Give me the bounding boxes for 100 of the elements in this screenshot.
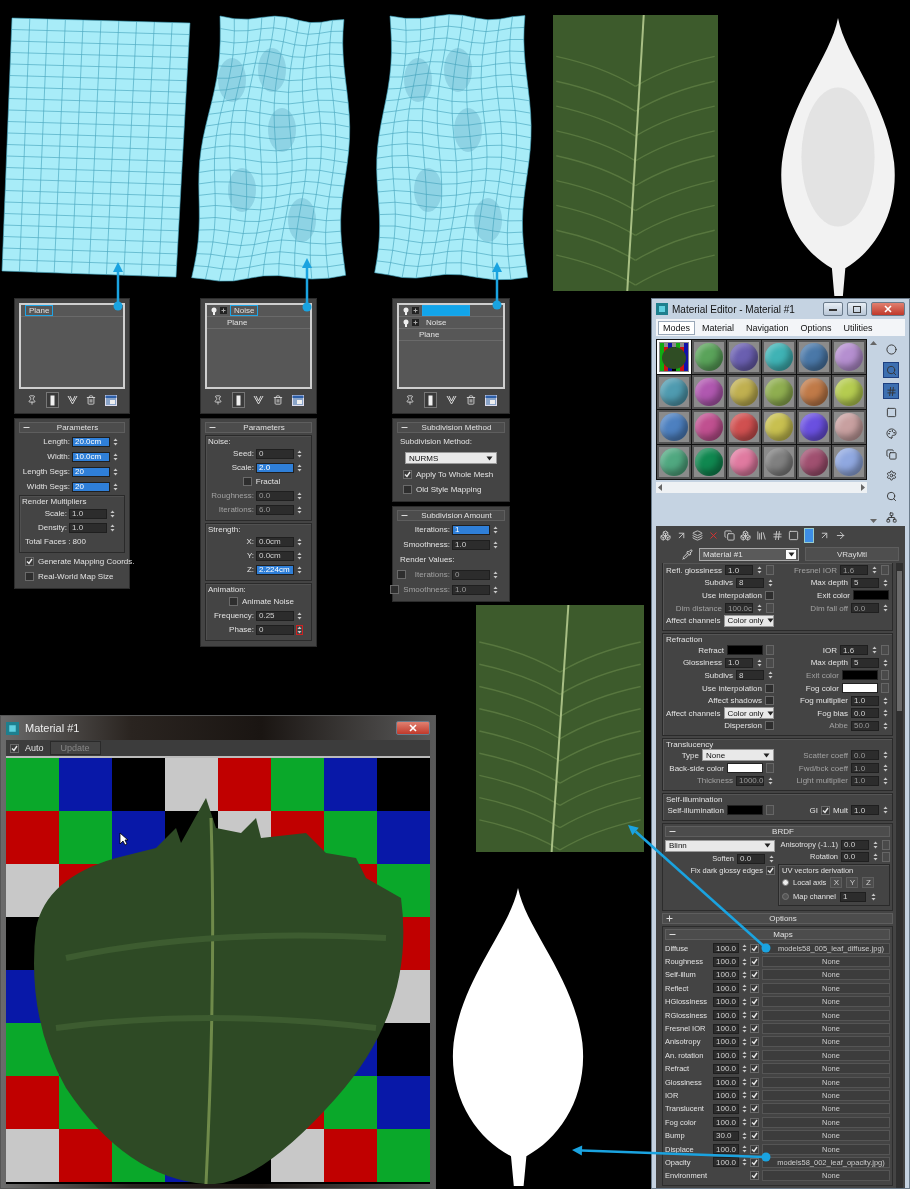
pin-icon[interactable] — [405, 395, 416, 405]
color-swatch[interactable] — [727, 763, 763, 773]
number-field[interactable]: 1.6 — [840, 645, 868, 656]
spinner-arrows-icon[interactable] — [767, 775, 774, 786]
number-field[interactable]: 1.0 — [851, 695, 879, 706]
spinner-arrows-icon[interactable] — [768, 853, 775, 864]
amount-field[interactable]: 100.0 — [713, 969, 739, 980]
checkbox[interactable] — [750, 1157, 759, 1167]
layers-icon[interactable] — [692, 530, 703, 541]
spinner-arrows-icon[interactable] — [767, 670, 774, 681]
amount-field[interactable]: 30.0 — [713, 1130, 739, 1141]
spinner-arrows-icon[interactable] — [872, 851, 879, 862]
spinner-arrows-icon[interactable] — [741, 1130, 748, 1141]
checkbox[interactable] — [750, 1131, 759, 1141]
number-field[interactable]: 1 — [452, 524, 490, 535]
spinner-arrows-icon[interactable] — [109, 522, 116, 533]
spinner-arrows-icon[interactable] — [741, 943, 748, 954]
checkbox[interactable] — [820, 805, 830, 815]
spinner-arrows-icon[interactable] — [882, 763, 889, 773]
spinner-arrows-icon[interactable] — [741, 1063, 748, 1074]
arrow-icon[interactable] — [676, 530, 687, 541]
checkbox[interactable] — [25, 572, 34, 581]
menu-item[interactable]: Options — [795, 320, 837, 335]
amount-field[interactable]: 100.0 — [713, 983, 739, 994]
amount-field[interactable]: 100.0 — [713, 996, 739, 1007]
spinner-arrows-icon[interactable] — [741, 1010, 748, 1021]
checkbox[interactable] — [765, 683, 774, 693]
axis-button[interactable]: Z — [862, 877, 875, 888]
spinner-arrows-icon[interactable] — [741, 969, 748, 980]
number-field[interactable]: 0.25 — [256, 610, 294, 621]
menu-item[interactable]: Utilities — [838, 320, 878, 335]
square-icon[interactable] — [885, 406, 897, 418]
number-field[interactable]: 10.0cm — [72, 451, 110, 462]
spinner-arrows-icon[interactable] — [112, 466, 119, 477]
checkbox[interactable] — [750, 1091, 759, 1100]
checkbox[interactable] — [750, 1104, 759, 1114]
v-shape-icon[interactable] — [446, 395, 457, 405]
amount-field[interactable]: 100.0 — [713, 1077, 739, 1088]
menu-item[interactable]: Modes — [658, 320, 695, 335]
checkbox[interactable] — [403, 470, 412, 479]
modifier-stack-item[interactable]: Noise — [230, 305, 259, 316]
spinner-arrows-icon[interactable] — [296, 550, 303, 561]
boxes-icon[interactable] — [660, 530, 671, 541]
number-field[interactable]: 0.0cm — [256, 550, 294, 561]
checkbox[interactable] — [750, 1037, 759, 1047]
amount-field[interactable]: 100.0 — [713, 1063, 739, 1074]
spinner-arrows-icon[interactable] — [756, 603, 763, 614]
expand-icon[interactable] — [412, 307, 419, 314]
spinner-arrows-icon[interactable] — [882, 657, 889, 668]
lightbulb-icon[interactable] — [211, 306, 217, 315]
spinner-arrows-icon[interactable] — [296, 610, 303, 621]
end-result-button[interactable] — [45, 392, 59, 408]
number-field[interactable]: 1 — [839, 891, 866, 902]
number-field[interactable]: 0 — [256, 624, 294, 635]
amount-field[interactable]: 100.0 — [713, 1144, 739, 1155]
checkbox[interactable] — [750, 1064, 759, 1074]
number-field[interactable]: 0 — [256, 448, 294, 459]
amount-field[interactable]: 100.0 — [713, 1090, 739, 1101]
pin-icon[interactable] — [27, 395, 38, 405]
number-icon[interactable] — [772, 530, 783, 541]
number-field[interactable]: 0.0 — [851, 708, 879, 719]
scrollbar[interactable] — [896, 563, 903, 1188]
spinner-arrows-icon[interactable] — [882, 805, 889, 816]
spinner-arrows-icon[interactable] — [871, 565, 878, 576]
sphere-icon[interactable] — [885, 343, 897, 355]
spinner-arrows-icon[interactable] — [492, 569, 499, 580]
checkbox[interactable] — [750, 1117, 759, 1127]
amount-field[interactable]: 100.0 — [713, 1103, 739, 1114]
spinner-arrows-icon[interactable] — [741, 1117, 748, 1128]
modifier-stack-item[interactable]: Plane — [415, 329, 444, 340]
spinner-arrows-icon[interactable] — [882, 775, 889, 786]
rollout-header[interactable]: Subdivision Method — [397, 422, 505, 433]
checkbox[interactable] — [25, 557, 34, 566]
spinner-arrows-icon[interactable] — [296, 490, 303, 501]
number-field[interactable]: 2.0 — [256, 462, 294, 473]
number-field[interactable]: 1.0 — [725, 565, 753, 576]
trash-icon[interactable] — [273, 395, 284, 405]
number-field[interactable]: 1.0 — [851, 805, 879, 816]
scroll-up-icon[interactable] — [869, 339, 878, 348]
spinner-arrows-icon[interactable] — [741, 1090, 748, 1101]
dropdown[interactable]: NURMS — [405, 452, 497, 464]
checkbox[interactable] — [750, 1077, 759, 1087]
copy-icon[interactable] — [885, 448, 897, 460]
spinner-arrows-icon[interactable] — [492, 539, 499, 550]
spinner-arrows-icon[interactable] — [296, 448, 303, 459]
modifier-stack-item[interactable]: Plane — [223, 317, 252, 328]
palette-icon[interactable] — [885, 427, 897, 439]
amount-field[interactable]: 100.0 — [713, 1023, 739, 1034]
copy-icon[interactable] — [724, 530, 735, 541]
end-result-button[interactable] — [231, 392, 245, 408]
spinner-arrows-icon[interactable] — [109, 508, 116, 519]
spinner-arrows-icon[interactable] — [741, 1036, 748, 1047]
spinner-arrows-icon[interactable] — [882, 603, 889, 614]
trash-icon[interactable] — [86, 395, 97, 405]
axis-button[interactable]: Y — [846, 877, 859, 888]
checkbox[interactable] — [229, 597, 238, 606]
checkbox[interactable] — [750, 1050, 759, 1060]
number-field[interactable]: 5 — [851, 657, 879, 668]
spinner-arrows-icon[interactable] — [296, 504, 303, 515]
spinner-arrows-icon[interactable] — [296, 462, 303, 473]
